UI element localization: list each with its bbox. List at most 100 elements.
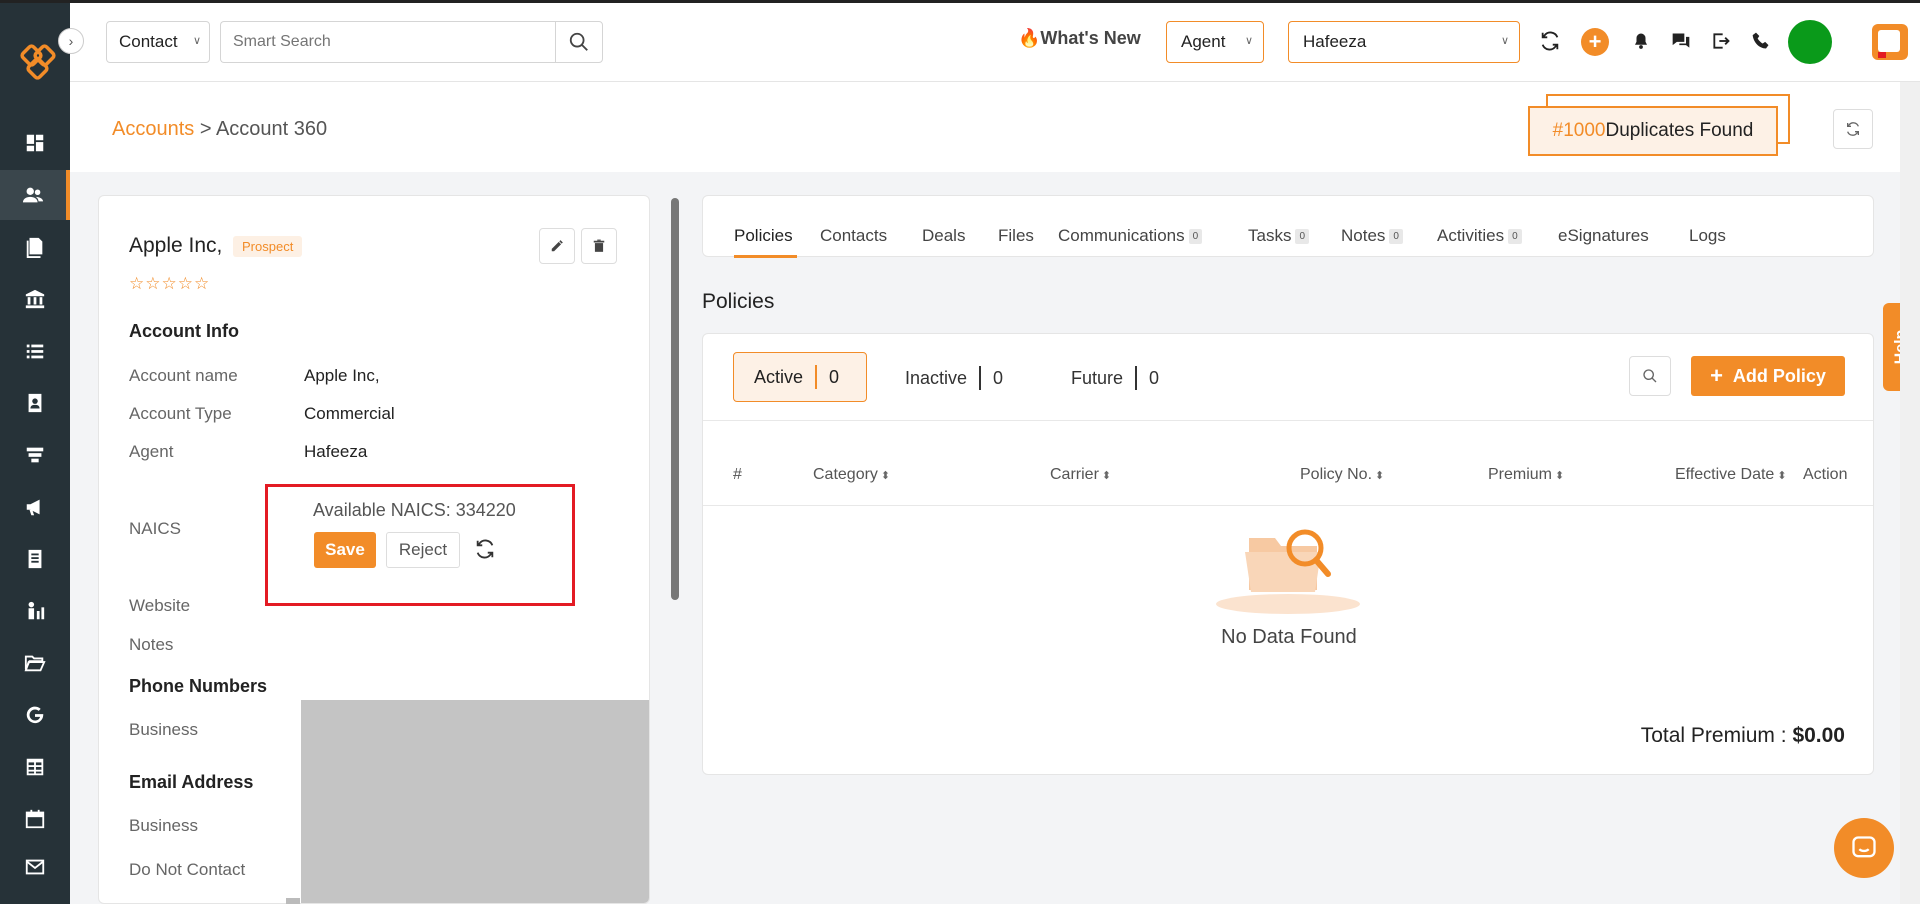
sort-icon: ⬍ (1555, 470, 1565, 482)
column-header-carrier[interactable]: Carrier ⬍ (1050, 466, 1111, 484)
calendar-icon (25, 809, 45, 829)
delete-account-button[interactable] (581, 228, 617, 264)
brand-app-icon[interactable] (1870, 22, 1910, 62)
column-header-category[interactable]: Category ⬍ (813, 466, 890, 484)
google-icon (26, 706, 44, 724)
filter-inactive[interactable]: Inactive 0 (905, 366, 1003, 390)
sort-icon: ⬍ (880, 470, 891, 482)
whats-new-link[interactable]: 🔥What's New (1018, 28, 1141, 49)
phone-icon (1752, 32, 1769, 49)
chevron-down-icon: ∨ (1500, 35, 1509, 47)
duplicates-count: #1000 (1552, 120, 1606, 141)
messages-button[interactable] (1668, 28, 1694, 54)
column-header-effective-date[interactable]: Effective Date ⬍ (1675, 466, 1787, 484)
sidebar-item-google[interactable] (0, 690, 70, 740)
plus-icon: + (1588, 29, 1602, 54)
refresh-duplicates-button[interactable] (1833, 109, 1873, 149)
sidebar-item-carriers[interactable] (0, 274, 70, 324)
add-policy-button[interactable]: + Add Policy (1691, 356, 1845, 396)
sidebar-item-pipeline[interactable] (0, 430, 70, 480)
page-scrollbar[interactable] (1900, 82, 1920, 904)
filter-active-label: Active (754, 366, 804, 387)
account-name-title: Apple Inc, (129, 234, 223, 257)
contact-book-icon (28, 393, 42, 413)
tab-logs[interactable]: Logs (1689, 226, 1726, 246)
list-icon (26, 344, 44, 359)
role-select[interactable]: Agent ∨ (1166, 21, 1264, 63)
account-info-heading: Account Info (129, 321, 239, 341)
horizontal-scroll-thumb[interactable] (286, 898, 300, 904)
logout-button[interactable] (1708, 28, 1734, 54)
account-name-label: Account name (129, 366, 238, 385)
account-type-label: Account Type (129, 404, 232, 423)
notes-label: Notes (129, 635, 174, 654)
refresh-naics-icon[interactable] (474, 538, 496, 560)
user-avatar[interactable] (1788, 20, 1832, 64)
column-header-premium[interactable]: Premium ⬍ (1488, 466, 1564, 484)
column-header-label: # (733, 466, 742, 483)
tab-contacts[interactable]: Contacts (820, 226, 887, 246)
column-header-policy-no[interactable]: Policy No. ⬍ (1300, 466, 1384, 484)
column-header-label: Effective Date (1675, 466, 1775, 483)
sidebar-item-dashboard[interactable] (0, 118, 70, 168)
divider (703, 505, 1873, 506)
tab-tasks[interactable]: Tasks 0 (1248, 226, 1310, 246)
user-select[interactable]: Hafeeza ∨ (1288, 21, 1520, 63)
sidebar-item-documents[interactable] (0, 222, 70, 272)
sidebar-item-spreadsheet[interactable] (0, 742, 70, 792)
tab-deals[interactable]: Deals (922, 226, 965, 246)
notifications-button[interactable] (1628, 28, 1654, 54)
sidebar-item-calendar[interactable] (0, 794, 70, 844)
search-button[interactable] (555, 21, 603, 63)
smart-search-input[interactable] (220, 21, 556, 63)
status-badge: Prospect (233, 236, 303, 257)
sidebar-item-accounts[interactable] (0, 170, 70, 220)
tab-esignatures[interactable]: eSignatures (1558, 226, 1649, 246)
sidebar-toggle-button[interactable]: › (58, 28, 84, 54)
phone-button[interactable] (1748, 28, 1774, 54)
edit-account-button[interactable] (539, 228, 575, 264)
sidebar-item-contacts[interactable] (0, 378, 70, 428)
bank-icon (25, 289, 45, 309)
funnel-icon (26, 447, 44, 463)
tab-count-badge: 0 (1295, 229, 1310, 245)
left-panel-scrollbar[interactable] (671, 198, 679, 600)
tab-activities[interactable]: Activities 0 (1437, 226, 1522, 246)
chevron-down-icon: ∨ (1244, 35, 1253, 47)
phone-numbers-heading: Phone Numbers (129, 676, 268, 696)
save-naics-button[interactable]: Save (314, 532, 376, 568)
live-chat-button[interactable] (1834, 818, 1894, 878)
tab-label: Communications (1058, 226, 1185, 245)
sidebar-item-lists[interactable] (0, 326, 70, 376)
sidebar-item-reports[interactable] (0, 534, 70, 584)
sidebar-item-folders[interactable] (0, 638, 70, 688)
tab-count-badge: 0 (1188, 229, 1203, 245)
tab-files[interactable]: Files (998, 226, 1034, 246)
policy-search-button[interactable] (1629, 356, 1671, 396)
policies-card: Active 0 Inactive 0 Future 0 + Add Policy… (702, 333, 1874, 775)
bell-icon (1635, 33, 1647, 49)
app-logo-icon[interactable] (18, 42, 58, 82)
filter-active[interactable]: Active 0 (733, 352, 867, 402)
filter-future[interactable]: Future 0 (1071, 366, 1159, 390)
policies-heading: Policies (702, 290, 775, 313)
sidebar-item-email[interactable] (0, 842, 70, 892)
sidebar-item-team[interactable] (0, 586, 70, 636)
account-type-value: Commercial (304, 404, 395, 423)
empty-folder-search-icon (1216, 529, 1360, 614)
do-not-contact-label: Do Not Contact (129, 860, 246, 879)
duplicates-found-button[interactable]: #1000 Duplicates Found (1528, 106, 1778, 156)
tab-policies[interactable]: Policies (734, 226, 793, 246)
rating-stars[interactable]: ☆☆☆☆☆ (129, 274, 210, 294)
search-scope-select[interactable]: Contact ∨ (106, 21, 210, 63)
filter-inactive-label: Inactive (905, 367, 968, 388)
tab-communications[interactable]: Communications 0 (1058, 226, 1203, 246)
tab-count-badge: 0 (1508, 229, 1522, 245)
tab-notes[interactable]: Notes 0 (1341, 226, 1403, 246)
sync-button[interactable] (1537, 28, 1563, 54)
reject-naics-button[interactable]: Reject (386, 532, 460, 568)
quick-add-button[interactable]: + (1581, 28, 1609, 56)
account-tabs: Policies Contacts Deals Files Communicat… (702, 195, 1874, 258)
sidebar-item-campaigns[interactable] (0, 482, 70, 532)
breadcrumb-accounts-link[interactable]: Accounts (112, 118, 194, 140)
